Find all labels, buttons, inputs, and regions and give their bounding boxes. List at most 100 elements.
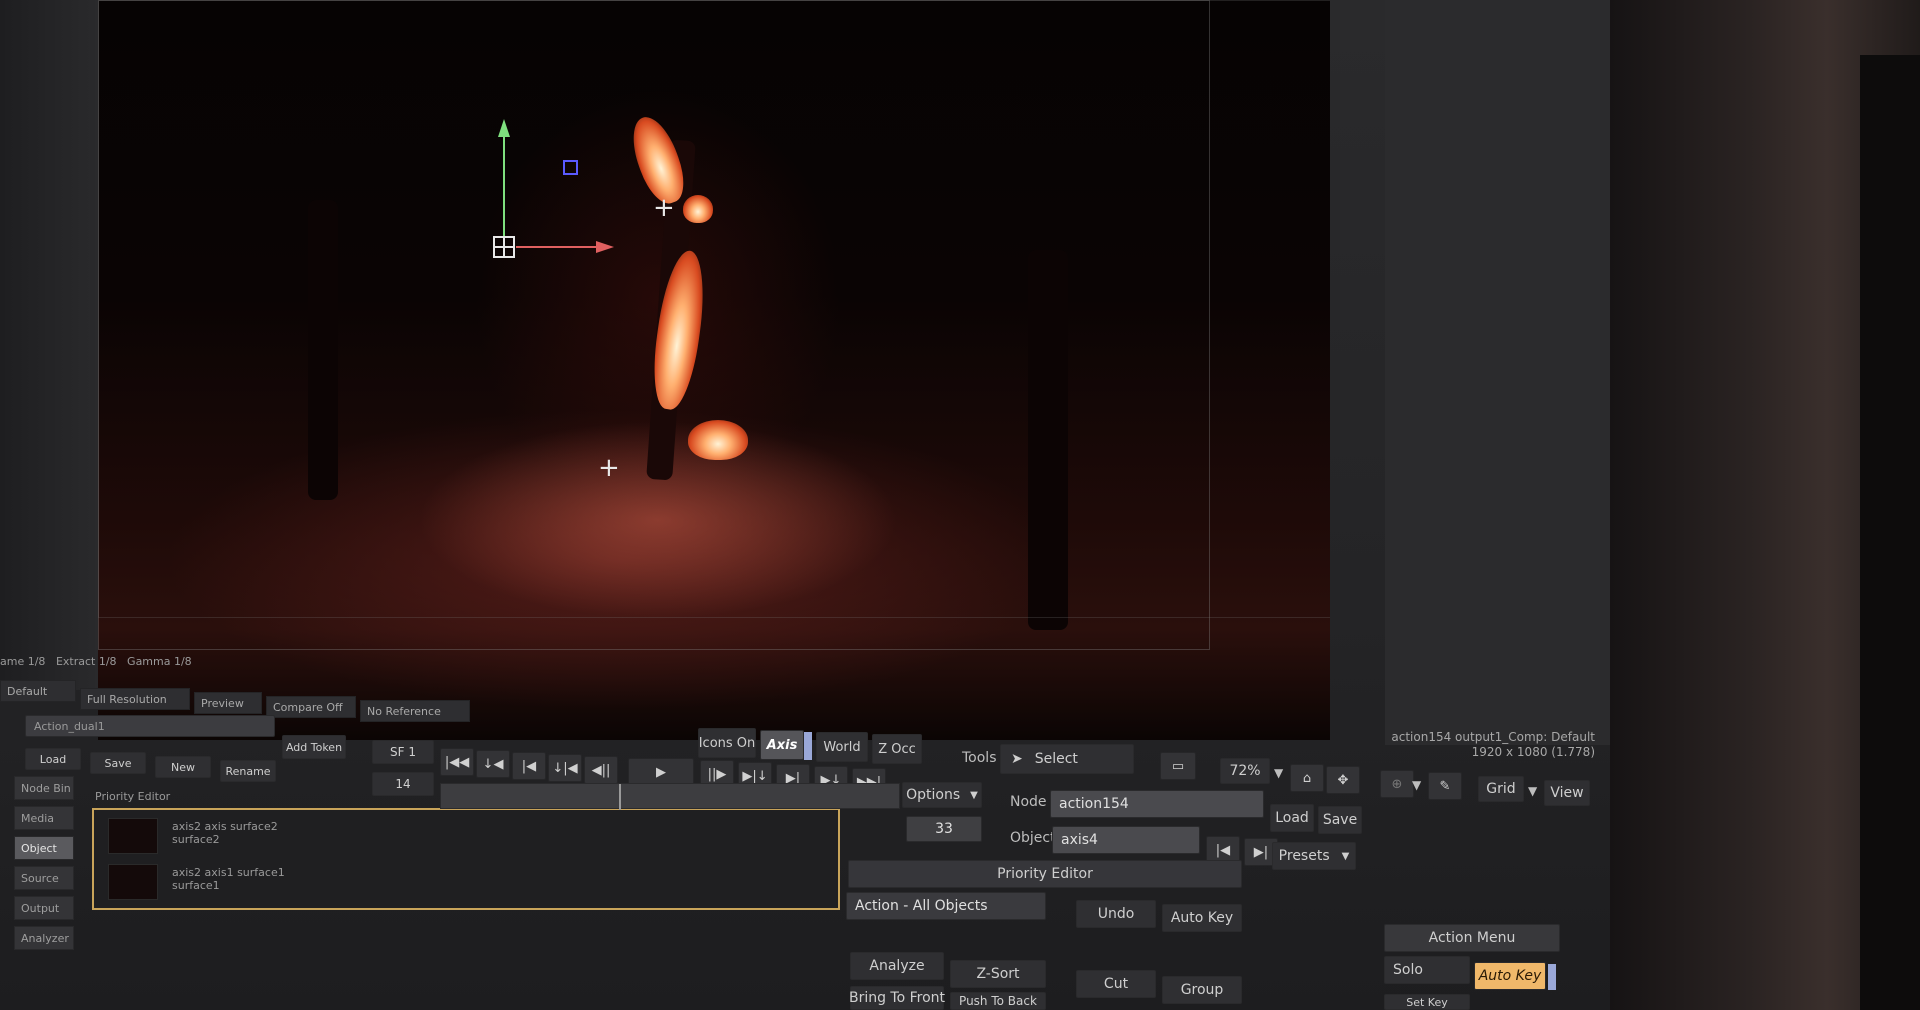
chevron-down-icon[interactable]: ▼ [1412, 778, 1421, 792]
viewer-viewport[interactable]: + + [98, 0, 1330, 740]
select-tool-button[interactable]: ➤ Select [1000, 744, 1134, 774]
pivot-crosshair[interactable]: + [598, 455, 620, 481]
tools-label: Tools [962, 750, 997, 766]
side-item-source[interactable]: Source [14, 866, 74, 890]
options-dropdown[interactable]: Options ▼ [902, 782, 982, 808]
view-dropdown[interactable]: View [1544, 780, 1590, 806]
action-menu-button[interactable]: Action Menu [1384, 924, 1560, 952]
side-item-media[interactable]: Media [14, 806, 74, 830]
save-button[interactable]: Save [1318, 806, 1362, 834]
viewer-layer-icon[interactable]: ⊕ [1380, 770, 1414, 798]
chevron-down-icon[interactable]: ▼ [1528, 784, 1537, 798]
setup-name-field[interactable]: Action_dual1 [25, 715, 275, 737]
axis-manipulator[interactable] [488, 115, 628, 265]
axis-mode-button[interactable]: Axis [760, 730, 804, 760]
pivot-crosshair[interactable]: + [653, 195, 675, 221]
push-to-back-button[interactable]: Push To Back [950, 992, 1046, 1010]
home-icon[interactable]: ⌂ [1290, 764, 1324, 792]
stat-a: ame 1/8 [0, 655, 46, 668]
zoom-field[interactable]: 72% [1220, 758, 1270, 784]
list-item[interactable]: axis2 axis1 surface1 surface1 [102, 860, 832, 904]
eyedropper-icon[interactable]: ✎ [1428, 772, 1462, 800]
load-setup-button[interactable]: Load [25, 748, 81, 770]
tab-default[interactable]: Default [0, 680, 76, 702]
axis-mode-indicator [804, 732, 812, 760]
prev-keyframe-icon[interactable]: ↓|◀ [548, 754, 582, 782]
playhead[interactable] [619, 784, 621, 810]
stat-b: Extract 1/8 [55, 655, 117, 668]
chevron-down-icon[interactable]: ▼ [1274, 766, 1283, 780]
frame-field[interactable]: 14 [372, 772, 434, 796]
goto-start-icon[interactable]: |◀◀ [440, 748, 474, 776]
side-item-output[interactable]: Output [14, 896, 74, 920]
right-rail [1385, 0, 1610, 745]
chevron-down-icon: ▼ [1341, 850, 1350, 862]
group-button[interactable]: Group [1162, 976, 1242, 1004]
layer-name: surface1 [172, 879, 220, 892]
select-tool-label: Select [1034, 751, 1078, 767]
monitor-screen: + + ame 1/8 Extract 1/8 Gamma 1/8 action… [0, 0, 1610, 1010]
layer-path: axis2 axis1 surface1 [172, 866, 285, 879]
side-item-node-bin[interactable]: Node Bin [14, 776, 74, 800]
presets-dropdown[interactable]: Presets ▼ [1272, 842, 1356, 870]
add-token-button[interactable]: Add Token [282, 735, 346, 759]
tab-full-resolution[interactable]: Full Resolution [80, 688, 190, 710]
list-item[interactable]: axis2 axis surface2 surface2 [102, 814, 832, 858]
presets-label: Presets [1278, 848, 1330, 864]
side-item-analyzer[interactable]: Analyzer [14, 926, 74, 950]
prev-key-icon[interactable]: ↓◀ [476, 750, 510, 778]
cut-button[interactable]: Cut [1076, 970, 1156, 998]
save-setup-button[interactable]: Save [90, 752, 146, 774]
left-rail [0, 0, 100, 690]
tab-preview[interactable]: Preview [194, 692, 262, 714]
play-icon[interactable]: ▶ [628, 758, 694, 786]
viewer-stats: ame 1/8 Extract 1/8 Gamma 1/8 [0, 655, 192, 668]
world-mode-button[interactable]: World [816, 732, 868, 762]
layer-path: axis2 axis surface2 [172, 820, 278, 833]
clip-info-line2: 1920 x 1080 (1.778) [1471, 745, 1595, 759]
rename-button[interactable]: Rename [220, 760, 276, 782]
object-name-field[interactable]: axis4 [1052, 826, 1200, 854]
new-setup-button[interactable]: New [155, 756, 211, 778]
current-frame-field[interactable]: 33 [906, 816, 982, 842]
auto-key-toggle[interactable]: Auto Key [1474, 962, 1546, 990]
timeline-scrubber[interactable] [440, 783, 900, 810]
z-sort-button[interactable]: Z-Sort [950, 960, 1046, 988]
grid-dropdown[interactable]: Grid [1478, 776, 1524, 802]
tab-compare-off[interactable]: Compare Off [266, 696, 356, 718]
z-occ-button[interactable]: Z Occ [872, 734, 922, 764]
step-back-icon[interactable]: |◀ [512, 752, 546, 780]
action-safe-frame [98, 0, 1330, 618]
play-back-icon[interactable]: ◀|| [584, 756, 618, 784]
priority-list[interactable]: axis2 axis surface2 surface2 axis2 axis1… [92, 808, 840, 910]
solo-button[interactable]: Solo [1384, 956, 1470, 984]
priority-list-title: Priority Editor [95, 790, 171, 803]
priority-editor-button[interactable]: Priority Editor [848, 860, 1242, 888]
undo-button[interactable]: Undo [1076, 900, 1156, 928]
chevron-down-icon: ▼ [970, 789, 978, 801]
object-filter-field[interactable]: Action - All Objects [846, 892, 1046, 920]
clip-info-line1: action154 output1_Comp: Default [1391, 730, 1595, 744]
bring-to-front-button[interactable]: Bring To Front [849, 986, 945, 1010]
axis-manipulator-icon [493, 119, 614, 258]
layer-thumbnail [108, 818, 158, 854]
object-label: Object [1010, 830, 1056, 846]
analyze-button[interactable]: Analyze [850, 952, 944, 980]
room-column [1860, 55, 1920, 1010]
options-label: Options [906, 787, 961, 803]
load-button[interactable]: Load [1270, 804, 1314, 832]
clip-info: action154 output1_Comp: Default 1920 x 1… [1360, 730, 1595, 760]
frame-icon[interactable]: ▭ [1160, 752, 1196, 780]
node-name-field[interactable]: action154 [1050, 790, 1264, 818]
icons-on-toggle[interactable]: Icons On [698, 728, 756, 758]
auto-key-indicator [1548, 964, 1556, 990]
set-key-button[interactable]: Set Key [1384, 994, 1470, 1010]
side-item-object[interactable]: Object [14, 836, 74, 860]
node-label: Node [1010, 794, 1047, 810]
auto-key-button[interactable]: Auto Key [1162, 904, 1242, 932]
move-icon[interactable]: ✥ [1326, 766, 1360, 794]
cursor-icon: ➤ [1011, 751, 1023, 767]
layer-thumbnail [108, 864, 158, 900]
start-frame-field[interactable]: SF 1 [372, 740, 434, 764]
tab-no-reference[interactable]: No Reference [360, 700, 470, 722]
